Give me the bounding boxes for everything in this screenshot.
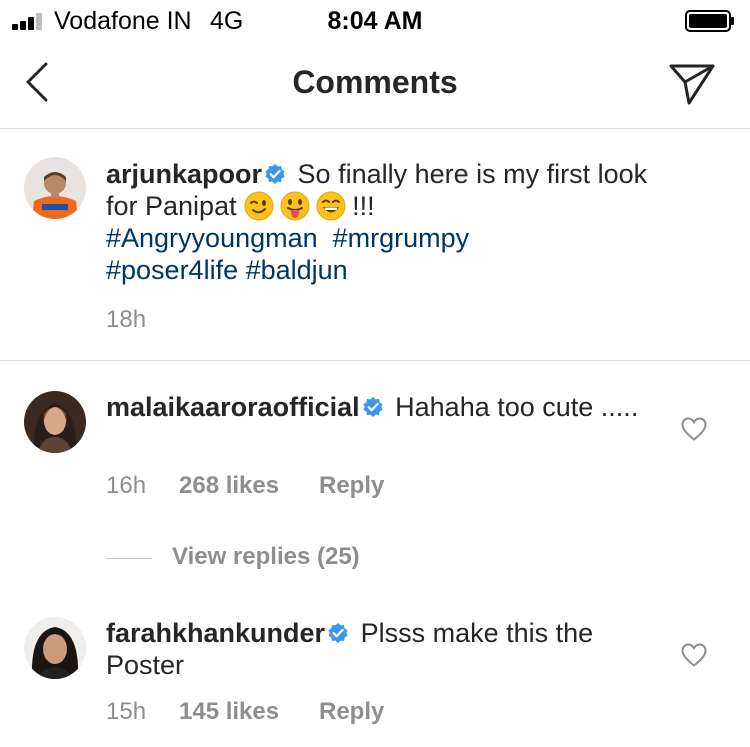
nav-bar: Comments [0, 40, 750, 129]
username[interactable]: arjunkapoor [106, 159, 262, 189]
divider [106, 558, 152, 559]
verified-badge-icon [265, 164, 285, 184]
hashtag-link[interactable]: #poser4life [106, 255, 238, 285]
paper-plane-icon[interactable] [667, 60, 717, 106]
hashtag-link[interactable]: #Angryyoungman [106, 223, 318, 253]
likes-count[interactable]: 145 likes [179, 698, 319, 726]
caption-text: arjunkapoor So finally here is my first … [106, 158, 666, 286]
grinning-face-emoji [316, 191, 346, 221]
username[interactable]: farahkhankunder [106, 618, 325, 648]
battery-icon [685, 10, 734, 32]
verified-badge-icon [363, 397, 383, 417]
timestamp: 16h [106, 472, 147, 499]
avatar[interactable] [24, 617, 86, 679]
status-bar: Vodafone IN 4G 8:04 AM [0, 0, 750, 40]
comment-text: malaikaaroraofficial Hahaha too cute ...… [106, 391, 666, 423]
comment-meta: 15h 145 likes Reply [106, 698, 384, 726]
caption-meta: 18h [106, 306, 179, 334]
avatar[interactable] [24, 157, 86, 219]
post-caption: arjunkapoor So finally here is my first … [0, 129, 750, 361]
hashtag-link[interactable]: #mrgrumpy [333, 223, 470, 253]
likes-count[interactable]: 268 likes [179, 472, 319, 500]
verified-badge-icon [328, 623, 348, 643]
status-time: 8:04 AM [327, 7, 423, 35]
heart-icon[interactable] [680, 416, 708, 442]
tongue-face-emoji [280, 191, 310, 221]
caption-exclamation: !!! [352, 191, 375, 221]
avatar[interactable] [24, 391, 86, 453]
hashtag-link[interactable]: #baldjun [246, 255, 348, 285]
view-replies-label: View replies (25) [172, 543, 360, 570]
timestamp: 18h [106, 306, 147, 333]
timestamp: 15h [106, 698, 147, 725]
reply-button[interactable]: Reply [319, 698, 384, 726]
heart-icon[interactable] [680, 642, 708, 668]
winking-face-emoji [244, 191, 274, 221]
comment-text: farahkhankunder Plsss make this the Post… [106, 617, 666, 681]
username[interactable]: malaikaaroraofficial [106, 392, 360, 422]
comment-body: Hahaha too cute ..... [395, 392, 639, 422]
reply-button[interactable]: Reply [319, 472, 384, 500]
page-title: Comments [292, 64, 458, 100]
comment-meta: 16h 268 likes Reply [106, 472, 384, 500]
